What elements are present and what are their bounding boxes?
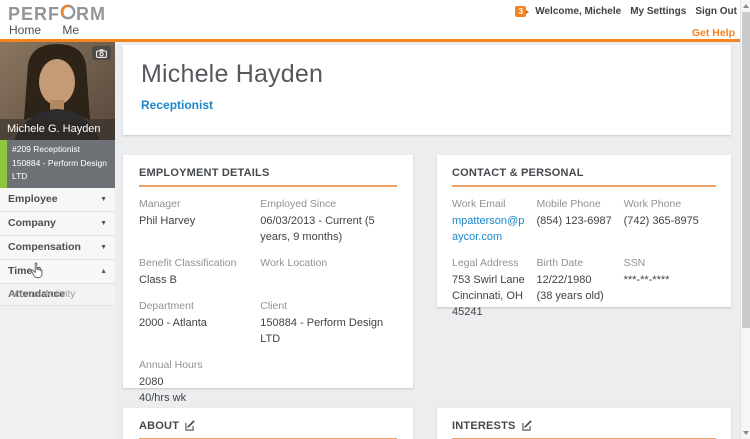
field-annual-hours: Annual Hours 2080 40/hrs wk bbox=[139, 358, 203, 404]
sign-out-link[interactable]: Sign Out bbox=[695, 6, 737, 17]
interests-heading: INTERESTS bbox=[452, 420, 516, 432]
chevron-down-icon: ▼ bbox=[100, 219, 107, 227]
employment-details-card: EMPLOYMENT DETAILS Manager Phil Harvey E… bbox=[123, 155, 413, 404]
field-work-email: Work Email mpatterson@paycor.com bbox=[452, 198, 536, 246]
field-work-phone: Work Phone (742) 365-8975 bbox=[623, 198, 699, 227]
scrollbar-thumb[interactable] bbox=[742, 12, 750, 328]
profile-header-card: Michele Hayden Receptionist bbox=[123, 45, 731, 135]
sidebar-item-accrual-activity[interactable]: Accrual Activity bbox=[0, 283, 115, 306]
chevron-down-icon: ▼ bbox=[100, 243, 107, 251]
welcome-menu[interactable]: Welcome, Michele bbox=[535, 6, 621, 17]
sidebar-item-company[interactable]: ▼ Company bbox=[0, 211, 115, 236]
employee-photo: Michele G. Hayden bbox=[0, 42, 115, 140]
field-mobile-phone: Mobile Phone (854) 123-6987 bbox=[536, 198, 612, 227]
logo-text-left: PERF bbox=[8, 3, 61, 24]
field-manager: Manager Phil Harvey bbox=[139, 198, 196, 227]
contact-personal-card: CONTACT & PERSONAL Work Email mpatterson… bbox=[437, 155, 731, 318]
field-work-location: Work Location bbox=[260, 256, 328, 269]
app-header: PERF RM Home Me 3 Welcome, Michele My Se… bbox=[0, 0, 750, 42]
employee-id-band: #209 Receptionist 150884 - Perform Desig… bbox=[0, 140, 115, 188]
nav-me[interactable]: Me bbox=[62, 23, 79, 37]
scroll-up-icon[interactable] bbox=[743, 4, 749, 8]
sidebar-item-time-attendance[interactable]: ▲ Time & Attendance bbox=[0, 259, 115, 300]
sidebar: Michele G. Hayden #209 Receptionist 1508… bbox=[0, 42, 115, 439]
sidebar-item-employee[interactable]: ▼ Employee bbox=[0, 187, 115, 212]
interests-card: INTERESTS bbox=[437, 408, 731, 439]
get-help-link[interactable]: Get Help bbox=[692, 27, 735, 39]
chevron-up-icon: ▲ bbox=[100, 267, 107, 275]
field-client: Client 150884 - Perform Design LTD bbox=[260, 299, 384, 345]
field-benefit-classification: Benefit Classification Class B bbox=[139, 256, 237, 286]
page-title-employee-name: Michele Hayden bbox=[141, 60, 324, 88]
app-logo[interactable]: PERF RM bbox=[8, 3, 106, 25]
edit-about-button[interactable] bbox=[185, 420, 196, 431]
about-card: ABOUT bbox=[123, 408, 413, 439]
chevron-down-icon: ▼ bbox=[100, 195, 107, 203]
about-heading: ABOUT bbox=[139, 420, 180, 432]
status-green-stripe bbox=[0, 140, 7, 188]
employee-client: 150884 - Perform Design LTD bbox=[12, 157, 107, 182]
contact-personal-heading: CONTACT & PERSONAL bbox=[452, 167, 716, 187]
employee-title-link[interactable]: Receptionist bbox=[141, 98, 713, 112]
top-nav: Home Me bbox=[9, 23, 97, 37]
edit-interests-button[interactable] bbox=[521, 420, 533, 431]
scroll-down-icon[interactable] bbox=[743, 431, 749, 435]
employment-details-heading: EMPLOYMENT DETAILS bbox=[139, 167, 397, 187]
user-menu: 3 Welcome, Michele My Settings Sign Out bbox=[515, 6, 737, 17]
vertical-scrollbar[interactable] bbox=[740, 0, 750, 439]
field-ssn: SSN ***-**-**** bbox=[623, 256, 670, 286]
edit-pencil-icon bbox=[185, 420, 195, 431]
notification-badge[interactable]: 3 bbox=[515, 6, 530, 17]
photo-name-overlay: Michele G. Hayden bbox=[0, 119, 115, 140]
camera-icon bbox=[96, 48, 107, 58]
nav-home[interactable]: Home bbox=[9, 23, 41, 37]
my-settings-link[interactable]: My Settings bbox=[630, 6, 686, 17]
field-legal-address: Legal Address 753 Swirl Lane Cincinnati,… bbox=[452, 256, 525, 318]
sidebar-item-compensation[interactable]: ▼ Compensation bbox=[0, 235, 115, 260]
field-department: Department 2000 - Atlanta bbox=[139, 299, 207, 329]
logo-o-swoosh-icon bbox=[60, 3, 76, 25]
field-employed-since: Employed Since 06/03/2013 - Current (5 y… bbox=[260, 198, 375, 243]
work-email-link[interactable]: mpatterson@paycor.com bbox=[452, 214, 528, 246]
edit-pencil-icon bbox=[521, 420, 532, 431]
field-birth-date: Birth Date 12/22/1980 (38 years old) bbox=[536, 256, 604, 302]
employee-position: #209 Receptionist bbox=[12, 144, 81, 154]
change-photo-button[interactable] bbox=[92, 46, 111, 60]
logo-text-right: RM bbox=[76, 3, 107, 24]
